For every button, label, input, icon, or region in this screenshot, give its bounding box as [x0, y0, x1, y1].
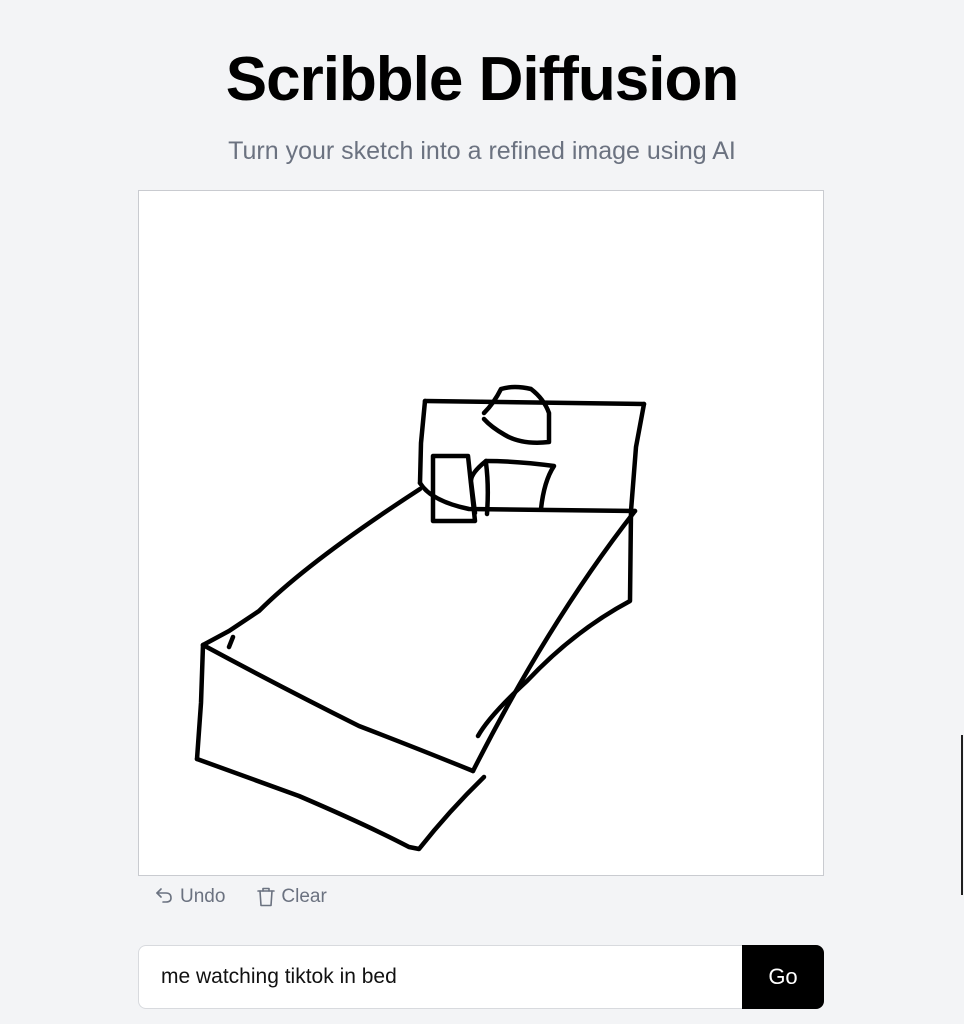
- clear-label: Clear: [281, 886, 327, 907]
- sketch-stroke: [628, 401, 647, 514]
- canvas-tools: Undo Clear: [154, 886, 327, 908]
- sketch-stroke: [430, 453, 478, 524]
- prompt-form: Go: [138, 945, 824, 1009]
- sketch-stroke: [417, 398, 428, 486]
- sketch-stroke: [200, 642, 476, 774]
- sketch-stroke: [194, 642, 206, 762]
- page-title: Scribble Diffusion: [225, 45, 739, 114]
- sketch-stroke: [417, 480, 638, 514]
- sketch-stroke: [422, 398, 647, 407]
- go-button[interactable]: Go: [742, 945, 824, 1009]
- undo-button[interactable]: Undo: [154, 886, 225, 908]
- sketch-stroke: [470, 508, 638, 774]
- sketch-stroke: [483, 460, 491, 517]
- undo-arrow-icon: [154, 887, 174, 907]
- drawing-canvas[interactable]: [138, 190, 824, 876]
- sketch-stroke: [468, 458, 489, 516]
- sketch-stroke: [226, 634, 236, 650]
- sketch-stroke: [194, 756, 487, 852]
- sketch-stroke: [200, 486, 423, 648]
- undo-label: Undo: [180, 886, 226, 907]
- window-edge-divider: [961, 735, 963, 895]
- trash-icon: [257, 887, 276, 907]
- prompt-input[interactable]: [138, 945, 742, 1009]
- sketch-drawing: [194, 384, 647, 852]
- sketch-stroke: [483, 458, 557, 512]
- sketch-stroke: [481, 384, 552, 445]
- page-subtitle: Turn your sketch into a refined image us…: [228, 137, 736, 165]
- clear-button[interactable]: Clear: [257, 886, 327, 908]
